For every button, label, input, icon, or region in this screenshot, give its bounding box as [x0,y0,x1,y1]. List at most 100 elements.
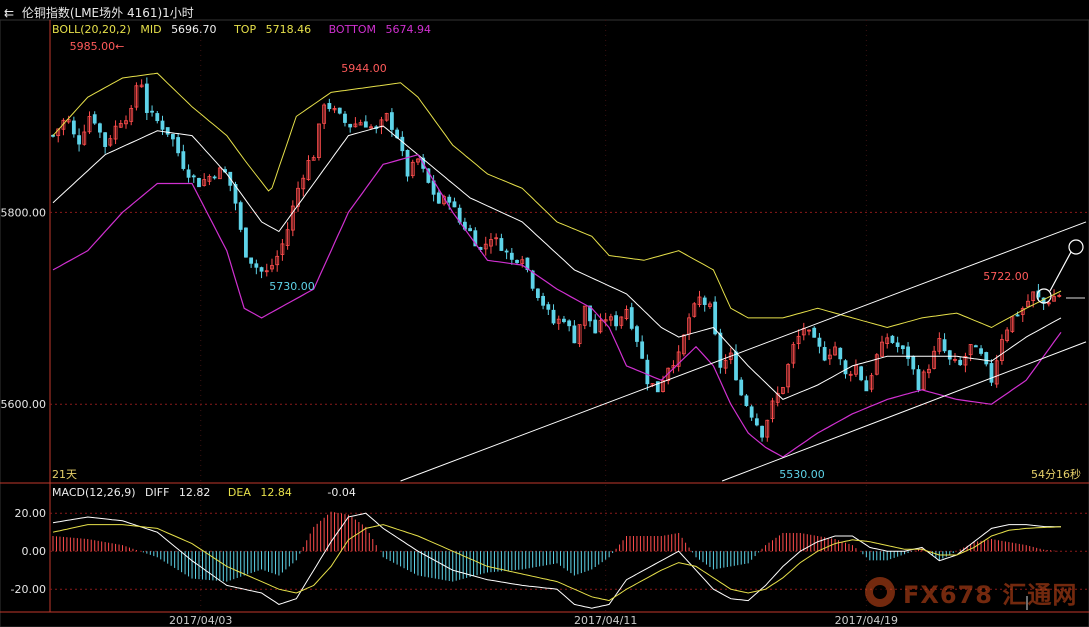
candle-body [197,177,201,188]
candle-body [979,348,983,354]
boll-mid-value: 5696.70 [171,23,217,36]
macd-dea-value: 12.84 [260,486,292,499]
candle-body [734,351,738,381]
candle-body [593,319,598,334]
candle-body [515,259,519,263]
boll-name: BOLL(20,20,2) [52,23,131,36]
boll-legend: BOLL(20,20,2) MID 5696.70 TOP 5718.46 BO… [52,23,431,36]
candle-body [817,337,822,347]
macd-dea-label: DEA [227,486,251,499]
boll-bottom-value: 5674.94 [385,23,431,36]
candle-body [864,380,869,392]
candle-body [452,201,457,208]
candle-body [551,309,556,324]
candle-body [635,326,639,342]
candle-body [92,114,97,124]
candle-body [640,341,645,359]
x-tick-label: 2017/04/11 [574,614,637,627]
boll-mid-label: MID [140,23,162,36]
macd-name: MACD(12,26,9) [52,486,136,499]
candle-body [348,123,353,128]
candle-body [984,352,989,365]
back-arrows-icon[interactable]: ⇇ [4,6,18,20]
candle-body [900,345,905,350]
interval-label: 21天 [52,468,77,481]
countdown-timer: 54分16秒 [1031,468,1081,481]
candle-body [468,228,473,232]
channel-upper-trendline [400,221,1087,482]
candle-body [238,202,243,230]
candle-body [504,250,509,253]
candle-body [572,325,577,344]
chart-title-bar: ⇇ 伦铜指数(LME场外 4161)1小时 [4,4,194,20]
price-annotation: 5722.00 [983,270,1029,283]
candle-body [191,175,196,178]
x-tick-label: 2017/04/19 [835,614,898,627]
candle-body [890,335,895,343]
projection-target-circle [1068,239,1084,255]
candle-body [546,304,551,310]
price-chart[interactable]: 5800.00 5600.00 20.00 0.00 -20.00 2017/04/03 2… [0,0,1089,627]
macd-tick-label: 20.00 [15,507,47,520]
candle-body [645,359,650,385]
candle-body [249,257,254,264]
candle-body [812,327,817,338]
candle-body [744,395,749,406]
macd-hist-value: -0.04 [327,486,356,499]
candle-body [144,83,149,113]
candle-body [702,297,707,305]
macd-diff-label: DIFF [145,486,170,499]
candle-body [98,123,102,133]
watermark-text: FX678 汇通网 [903,580,1078,609]
candle-body [244,227,248,258]
candle-body [155,113,160,122]
candle-body [400,136,405,152]
candle-body [447,196,452,203]
candle-body [754,418,759,426]
candle-body [838,347,843,360]
chart-title: 伦铜指数(LME场外 4161)1小时 [21,6,194,20]
candle-body [739,379,744,396]
price-tick-label: 5600.00 [1,398,47,411]
candle-body [499,238,504,251]
boll-bottom-label: BOTTOM [328,23,376,36]
candle-body [212,176,217,179]
price-annotation: 5985.00← [70,40,125,53]
candle-body [535,288,540,298]
candle-body [186,169,191,178]
boll-top-value: 5718.46 [265,23,312,36]
candle-body [259,267,264,272]
macd-tick-label: 0.00 [22,545,47,558]
candle-body [405,149,410,177]
candle-body [509,252,514,260]
candle-body [337,107,342,114]
candle-body [958,359,963,366]
candle-body [1015,314,1020,317]
candle-body [822,347,827,361]
candle-body [895,342,900,347]
candle-body [150,110,154,113]
candle-body [363,121,368,128]
candle-body [171,134,175,140]
boll-top-label: TOP [234,23,257,36]
candle-body [436,192,441,204]
candle-body [614,315,618,327]
candle-body [859,366,864,381]
price-tick-label: 5800.00 [1,206,47,219]
candle-body [843,360,848,375]
candle-body [165,127,170,135]
candle-body [567,320,572,327]
x-tick-label: 2017/04/03 [169,614,232,627]
projection-arrow-line [1049,251,1072,292]
candle-body [629,307,634,329]
candle-body [254,263,259,268]
candle-body [181,151,186,169]
candle-body [911,356,916,370]
candle-body [718,332,723,368]
chart-frame [0,19,1089,627]
price-annotation: 5944.00 [341,62,387,75]
candle-body [77,135,81,145]
candle-body [947,350,952,360]
price-annotation: 5530.00 [779,468,825,481]
candle-body [327,103,332,110]
